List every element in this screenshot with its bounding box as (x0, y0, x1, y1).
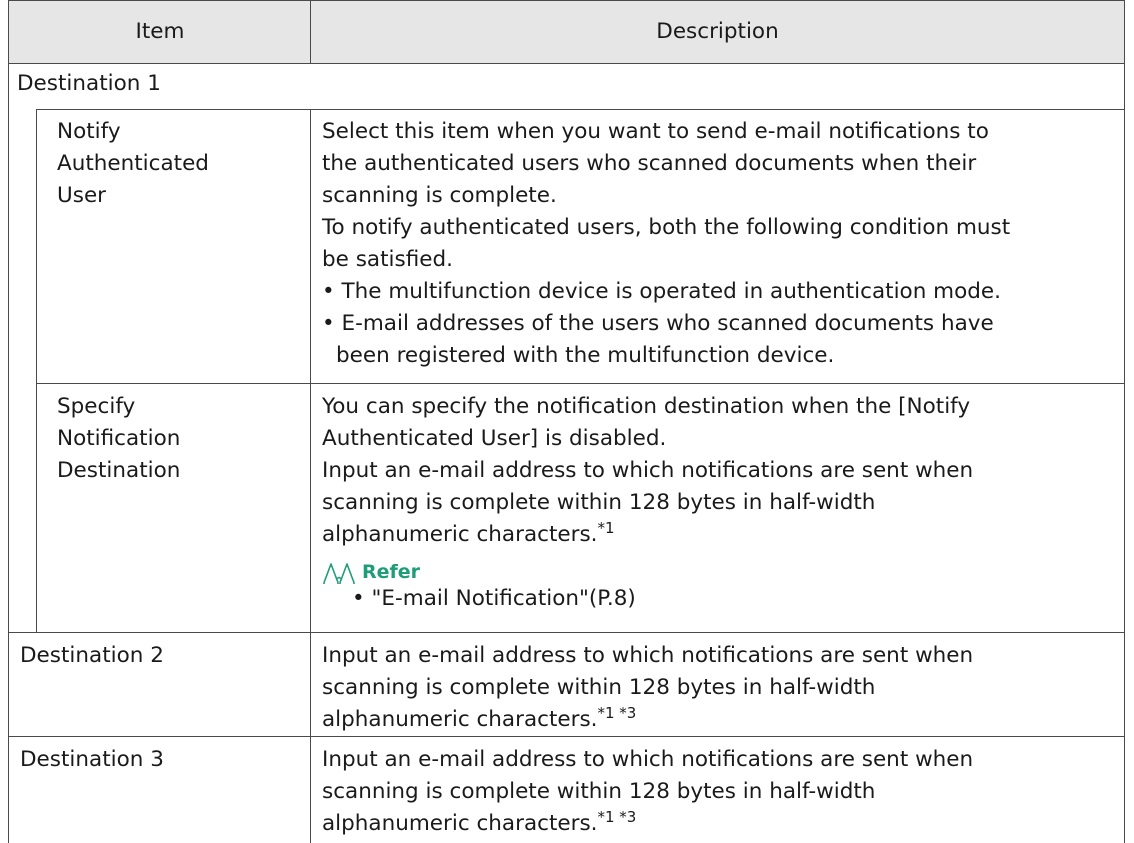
notify-bullet-continuation: been registered with the multifunction d… (336, 343, 835, 368)
notify-desc-line: be satisfied. (322, 247, 453, 272)
notify-bullet: • The multifunction device is operated i… (322, 279, 1001, 304)
destination2-desc-last: alphanumeric characters.*1 *3 (322, 704, 637, 735)
refer-label: Refer (362, 561, 421, 583)
table-border-left (8, 0, 9, 843)
notify-label-line: Notify (57, 119, 121, 144)
destination1-row-rule (36, 109, 1125, 110)
destination2-column-divider (310, 632, 311, 737)
notify-row-bottom-rule (36, 383, 1125, 384)
destination3-desc-line: Input an e-mail address to which notific… (322, 747, 974, 772)
specify-desc-line: You can specify the notification destina… (322, 394, 971, 419)
header-bottom-rule (8, 63, 1125, 64)
destination1-title: Destination 1 (17, 71, 161, 96)
specify-desc-line: Authenticated User] is disabled. (322, 426, 667, 451)
notify-desc-line: the authenticated users who scanned docu… (322, 151, 977, 176)
notify-desc-line: scanning is complete. (322, 183, 557, 208)
specify-desc-last: alphanumeric characters.*1 (322, 519, 615, 550)
glasses-icon (323, 563, 355, 584)
notify-label-line: Authenticated (57, 151, 209, 176)
destination2-desc-line: scanning is complete within 128 bytes in… (322, 675, 876, 700)
specify-desc-line: Input an e-mail address to which notific… (322, 458, 974, 483)
specify-label-line: Notification (57, 426, 181, 451)
specify-label-line: Destination (57, 458, 181, 483)
destination1-bottom-rule (8, 632, 1125, 633)
header-item: Item (135, 19, 185, 44)
header-description: Description (656, 19, 779, 44)
destination3-column-divider (310, 736, 311, 843)
notify-label-line: User (57, 183, 107, 208)
specify-desc-last-text: alphanumeric characters. (322, 522, 598, 547)
destination3-desc-last-text: alphanumeric characters. (322, 811, 598, 836)
destination2-desc-last-text: alphanumeric characters. (322, 707, 598, 732)
destination3-title: Destination 3 (20, 747, 164, 772)
table-border-right (1124, 0, 1125, 843)
footnote-ref: *1 *3 (597, 704, 637, 722)
destination1-column-divider (310, 109, 311, 633)
notify-desc-line: To notify authenticated users, both the … (322, 215, 1011, 240)
notify-bullet: • E-mail addresses of the users who scan… (322, 311, 994, 336)
footnote-ref: *1 (597, 519, 615, 537)
destination2-desc-line: Input an e-mail address to which notific… (322, 643, 974, 668)
destination3-desc-line: scanning is complete within 128 bytes in… (322, 779, 876, 804)
destination2-bottom-rule (8, 736, 1125, 737)
subrow-indent-line (36, 109, 37, 633)
destination3-desc-last: alphanumeric characters.*1 *3 (322, 808, 637, 839)
refer-link[interactable]: • "E-mail Notification"(P.8) (352, 585, 636, 612)
specify-label-line: Specify (57, 394, 136, 419)
specify-desc-line: scanning is complete within 128 bytes in… (322, 490, 876, 515)
destination2-title: Destination 2 (20, 643, 164, 668)
footnote-ref: *1 *3 (597, 808, 637, 826)
table-border-top (8, 0, 1125, 1)
notify-desc-line: Select this item when you want to send e… (322, 119, 989, 144)
